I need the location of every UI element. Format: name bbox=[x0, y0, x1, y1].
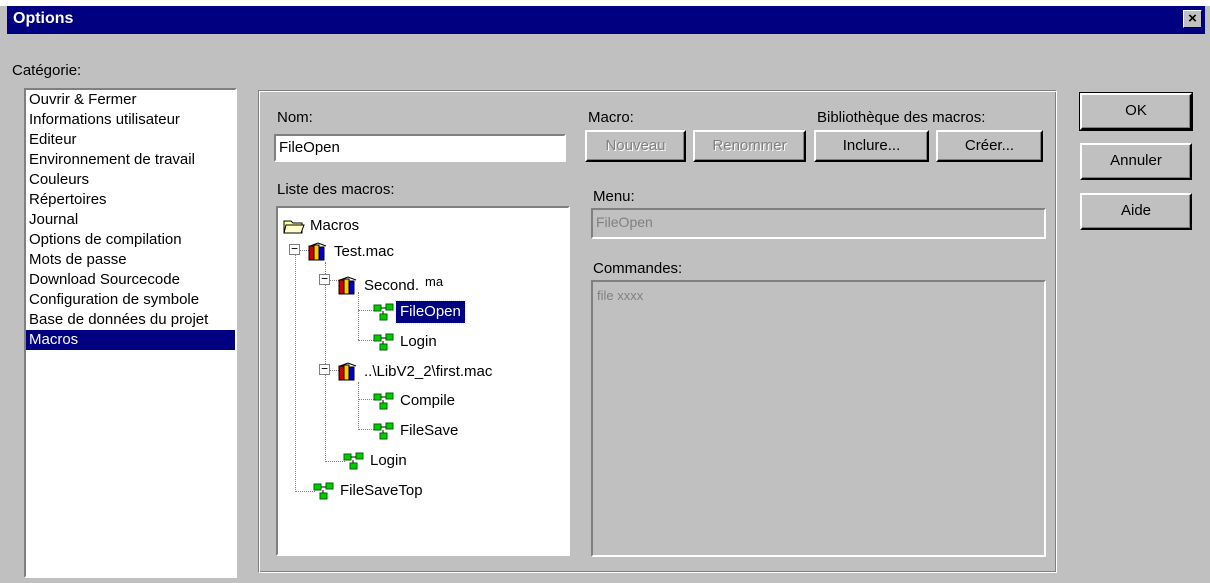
tree-node-login-2[interactable]: Login bbox=[342, 449, 411, 473]
library-label: Bibliothèque des macros: bbox=[817, 109, 986, 126]
ok-button[interactable]: OK bbox=[1079, 92, 1193, 131]
tree-label: Login bbox=[370, 452, 407, 470]
tree-node-first-mac[interactable]: ..\LibV2_2\first.mac bbox=[336, 360, 496, 384]
category-item[interactable]: Informations utilisateur bbox=[26, 110, 235, 130]
macro-icon bbox=[373, 392, 394, 410]
tree-label: FileOpen bbox=[395, 300, 466, 325]
menu-field[interactable]: FileOpen bbox=[591, 208, 1046, 239]
folder-open-icon bbox=[283, 220, 305, 234]
menu-field-value: FileOpen bbox=[596, 214, 653, 230]
category-item[interactable]: Journal bbox=[26, 210, 235, 230]
library-books-icon bbox=[308, 242, 327, 261]
macro-icon bbox=[313, 482, 334, 500]
help-button[interactable]: Aide bbox=[1080, 193, 1192, 230]
tree-line bbox=[295, 250, 296, 492]
name-field[interactable]: FileOpen bbox=[274, 134, 566, 162]
collapse-test-mac[interactable]: − bbox=[289, 243, 300, 255]
tree-node-macros-root[interactable]: Macros bbox=[282, 214, 363, 238]
tree-label: Macros bbox=[310, 217, 360, 235]
tree-node-test-mac[interactable]: Test.mac bbox=[306, 240, 398, 264]
category-item[interactable]: Configuration de symbole bbox=[26, 290, 235, 310]
tree-node-filesavetop[interactable]: FileSaveTop bbox=[312, 479, 427, 503]
window-title: Options bbox=[13, 10, 74, 27]
category-item[interactable]: Ouvrir & Fermer bbox=[26, 90, 235, 110]
tree-node-second[interactable]: Second. ma bbox=[336, 270, 444, 295]
category-label: Catégorie: bbox=[12, 62, 82, 79]
category-list[interactable]: Ouvrir & Fermer Informations utilisateur E… bbox=[24, 88, 237, 578]
tree-label-suffix: ma bbox=[425, 274, 444, 289]
category-item[interactable]: Macros bbox=[26, 330, 235, 350]
collapse-second[interactable]: − bbox=[319, 273, 330, 285]
tree-label: ..\LibV2_2\first.mac bbox=[364, 363, 493, 381]
category-item[interactable]: Base de données du projet bbox=[26, 310, 235, 330]
tree-label: FileSaveTop bbox=[340, 482, 423, 500]
macro-icon bbox=[373, 333, 394, 351]
macro-tree[interactable]: − − − Macros Test.mac Second. ma FileOpe… bbox=[276, 206, 570, 556]
macro-icon bbox=[373, 422, 394, 440]
name-field-value: FileOpen bbox=[279, 139, 340, 156]
name-label: Nom: bbox=[277, 109, 313, 126]
macro-list-label: Liste des macros: bbox=[277, 181, 395, 198]
commands-field[interactable]: file xxxx bbox=[591, 280, 1046, 557]
category-item[interactable]: Download Sourcecode bbox=[26, 270, 235, 290]
tree-node-filesave[interactable]: FileSave bbox=[372, 419, 462, 443]
tree-label: Second. bbox=[364, 277, 420, 295]
tree-line bbox=[358, 292, 359, 340]
include-library-button[interactable]: Inclure... bbox=[814, 130, 929, 162]
category-item[interactable]: Couleurs bbox=[26, 170, 235, 190]
tree-node-fileopen[interactable]: FileOpen bbox=[372, 300, 466, 325]
category-item[interactable]: Editeur bbox=[26, 130, 235, 150]
tree-node-login[interactable]: Login bbox=[372, 330, 441, 354]
title-bar: Options × bbox=[7, 6, 1205, 34]
library-books-icon bbox=[338, 362, 357, 381]
category-item[interactable]: Options de compilation bbox=[26, 230, 235, 250]
macro-icon bbox=[373, 303, 394, 321]
macro-icon bbox=[343, 452, 364, 470]
library-books-icon bbox=[338, 276, 357, 295]
category-item[interactable]: Mots de passe bbox=[26, 250, 235, 270]
tree-label: Login bbox=[400, 333, 437, 351]
tree-label: Test.mac bbox=[334, 243, 395, 261]
create-library-button[interactable]: Créer... bbox=[936, 130, 1043, 162]
collapse-first-mac[interactable]: − bbox=[319, 363, 330, 375]
commands-field-value: file xxxx bbox=[597, 288, 644, 303]
category-item[interactable]: Répertoires bbox=[26, 190, 235, 210]
tree-label: Compile bbox=[400, 392, 456, 410]
category-items: Ouvrir & Fermer Informations utilisateur E… bbox=[26, 90, 235, 350]
category-item[interactable]: Environnement de travail bbox=[26, 150, 235, 170]
tree-label: FileSave bbox=[400, 422, 459, 440]
cancel-button[interactable]: Annuler bbox=[1080, 143, 1192, 180]
tree-line bbox=[358, 382, 359, 430]
rename-macro-button[interactable]: Renommer bbox=[693, 130, 806, 162]
tree-node-compile[interactable]: Compile bbox=[372, 389, 459, 413]
menu-label: Menu: bbox=[593, 188, 635, 205]
new-macro-button[interactable]: Nouveau bbox=[585, 130, 686, 162]
macro-label: Macro: bbox=[588, 109, 634, 126]
commands-label: Commandes: bbox=[593, 260, 683, 277]
close-button[interactable]: × bbox=[1183, 10, 1202, 28]
